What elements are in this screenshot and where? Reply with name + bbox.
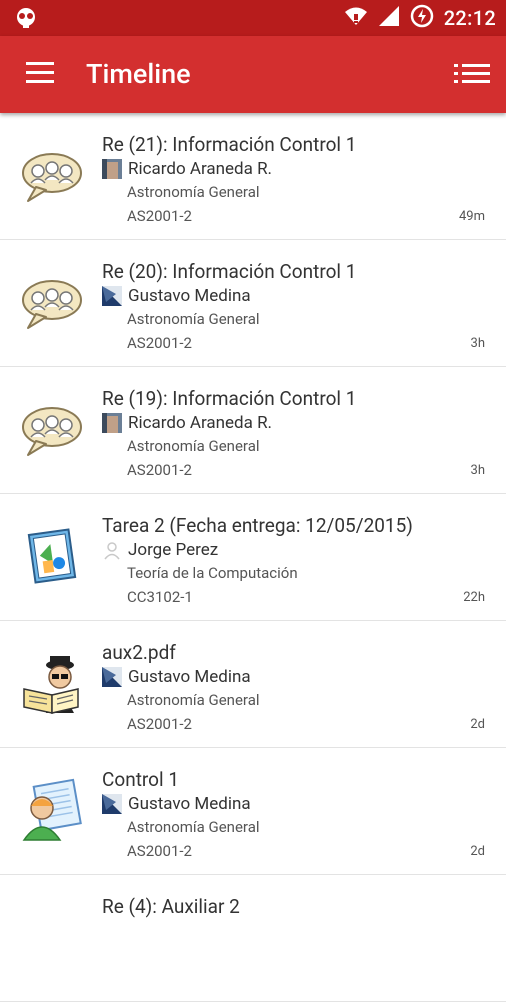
- course-name: Astronomía General: [127, 691, 260, 709]
- author-name: Ricardo Araneda R.: [128, 159, 273, 179]
- item-title: Tarea 2 (Fecha entrega: 12/05/2015): [102, 514, 413, 537]
- signal-icon: [378, 5, 400, 31]
- status-bar: 22:12: [0, 0, 506, 36]
- assignment-icon: [20, 524, 84, 588]
- author-name: Jorge Perez: [128, 540, 219, 560]
- list-item[interactable]: Control 1 Gustavo Medina Astronomía Gene…: [0, 748, 506, 875]
- clock: 22:12: [443, 6, 496, 30]
- discussion-icon: [20, 143, 84, 207]
- wifi-icon: [344, 6, 368, 30]
- avatar: [102, 540, 122, 560]
- list-item[interactable]: Re (4): Auxiliar 2: [0, 875, 506, 1002]
- author-name: Gustavo Medina: [128, 286, 251, 306]
- author-name: Gustavo Medina: [128, 794, 251, 814]
- author: Gustavo Medina: [102, 666, 251, 688]
- author: Gustavo Medina: [102, 285, 251, 307]
- course-code: AS2001-2: [127, 461, 192, 479]
- list-item[interactable]: aux2.pdf Gustavo Medina Astronomía Gener…: [0, 621, 506, 748]
- timestamp: 22h: [463, 590, 485, 605]
- reader-icon: [20, 651, 84, 715]
- list-item[interactable]: Re (19): Información Control 1 Ricardo A…: [0, 367, 506, 494]
- avatar: [102, 667, 122, 687]
- author: Jorge Perez: [102, 539, 218, 561]
- course-code: AS2001-2: [127, 842, 192, 860]
- timestamp: 3h: [470, 336, 485, 351]
- item-title: Re (21): Información Control 1: [102, 133, 357, 156]
- avatar: [102, 159, 122, 179]
- avatar: [102, 286, 122, 306]
- list-item[interactable]: Re (20): Información Control 1 Gustavo M…: [0, 240, 506, 367]
- item-title: Re (4): Auxiliar 2: [102, 895, 240, 918]
- author: Gustavo Medina: [102, 793, 251, 815]
- author: Ricardo Araneda R.: [102, 412, 272, 434]
- timestamp: 49m: [458, 209, 485, 224]
- list-item[interactable]: Tarea 2 (Fecha entrega: 12/05/2015) Jorg…: [0, 494, 506, 621]
- timestamp: 2d: [470, 717, 485, 732]
- list-view-icon[interactable]: [454, 64, 490, 86]
- menu-icon[interactable]: [26, 62, 54, 86]
- course-code: AS2001-2: [127, 207, 192, 225]
- item-title: aux2.pdf: [102, 641, 176, 664]
- author-name: Gustavo Medina: [128, 667, 251, 687]
- app-bar: Timeline: [0, 36, 506, 113]
- timestamp: 2d: [470, 844, 485, 859]
- course-code: AS2001-2: [127, 334, 192, 352]
- course-code: AS2001-2: [127, 715, 192, 733]
- course-name: Astronomía General: [127, 818, 260, 836]
- discussion-icon: [20, 397, 84, 461]
- timeline-list: Re (21): Información Control 1 Ricardo A…: [0, 113, 506, 1002]
- notification-icon: [14, 7, 38, 33]
- battery-saver-icon: [410, 4, 434, 32]
- course-name: Astronomía General: [127, 310, 260, 328]
- course-name: Astronomía General: [127, 437, 260, 455]
- list-item[interactable]: Re (21): Información Control 1 Ricardo A…: [0, 113, 506, 240]
- avatar: [102, 794, 122, 814]
- grade-icon: [20, 778, 84, 842]
- course-name: Astronomía General: [127, 183, 260, 201]
- item-title: Control 1: [102, 768, 180, 791]
- item-title: Re (19): Información Control 1: [102, 387, 357, 410]
- course-name: Teoría de la Computación: [127, 564, 298, 582]
- page-title: Timeline: [86, 58, 191, 90]
- avatar: [102, 413, 122, 433]
- author: Ricardo Araneda R.: [102, 158, 272, 180]
- author-name: Ricardo Araneda R.: [128, 413, 273, 433]
- course-code: CC3102-1: [127, 588, 193, 606]
- discussion-icon: [20, 270, 84, 334]
- item-title: Re (20): Información Control 1: [102, 260, 357, 283]
- timestamp: 3h: [470, 463, 485, 478]
